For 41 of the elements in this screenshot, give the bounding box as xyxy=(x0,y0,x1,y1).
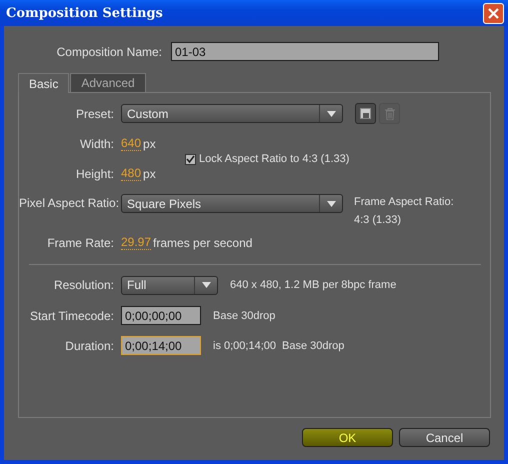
field-label: Duration: xyxy=(64,338,114,352)
field-label: Composition Name: xyxy=(56,44,162,58)
tab[interactable]: Basic xyxy=(18,73,70,93)
info-text: 640 x 480, 1.2 MB per 8bpc frame xyxy=(230,279,396,291)
timecode-field[interactable]: 0;00;00;00 xyxy=(121,306,201,325)
close-icon xyxy=(488,8,499,18)
composition-name-field[interactable]: 01-03 xyxy=(171,42,439,61)
unit-label: px xyxy=(143,167,156,181)
ok-button[interactable]: OK xyxy=(302,428,393,447)
trash-icon xyxy=(384,108,394,120)
field-label: Frame Aspect Ratio: xyxy=(354,195,454,210)
info-text: is 0;00;14;00 xyxy=(213,340,276,352)
tab[interactable]: Advanced xyxy=(70,73,146,92)
pixel-aspect-dropdown[interactable]: Square Pixels xyxy=(121,194,343,213)
caret-icon xyxy=(326,200,336,206)
info-text: Base 30drop xyxy=(282,340,344,352)
info-text: Base 30drop xyxy=(213,310,276,322)
caret-icon xyxy=(202,282,210,288)
field-label: Start Timecode: xyxy=(28,308,114,322)
caret-icon xyxy=(326,110,336,116)
value-field[interactable]: 480 xyxy=(121,167,142,181)
field-label: Width: xyxy=(78,137,114,151)
field-label: Resolution: xyxy=(52,278,114,292)
cancel-button[interactable]: Cancel xyxy=(399,428,490,447)
close-button[interactable] xyxy=(483,2,504,24)
unit-label: px xyxy=(143,137,156,151)
field-label: Height: xyxy=(74,167,114,181)
save-icon xyxy=(360,108,371,119)
field-label: Frame Rate: xyxy=(46,236,114,250)
value-text: 4:3 (1.33) xyxy=(354,213,402,228)
preset-dropdown[interactable]: Custom xyxy=(121,104,343,123)
value-field[interactable]: 640 xyxy=(121,137,142,151)
window-title: Composition Settings xyxy=(6,6,163,20)
timecode-field[interactable]: 0;00;14;00 xyxy=(121,336,201,355)
resolution-dropdown[interactable]: Full xyxy=(121,276,218,294)
field-label: Preset: xyxy=(74,106,114,120)
lock-aspect-checkbox[interactable] xyxy=(185,154,196,164)
unit-label: frames per second xyxy=(153,236,252,250)
value-field[interactable]: 29.97 xyxy=(121,236,152,250)
save-preset-button[interactable] xyxy=(355,103,376,124)
checkbox-label: Lock Aspect Ratio to 4:3 (1.33) xyxy=(199,153,350,165)
